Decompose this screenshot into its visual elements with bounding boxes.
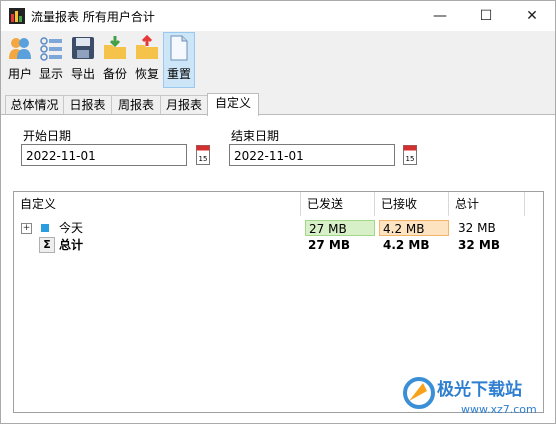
start-date-input[interactable]: 2022-11-01 (21, 144, 187, 166)
close-button[interactable]: ✕ (509, 1, 555, 31)
list-icon (40, 37, 62, 61)
toolbar: 用户 显示 导出 备份 恢复 重置 (1, 31, 555, 91)
row-received-total: 4.2 MB (383, 238, 430, 252)
minimize-button[interactable]: — (417, 1, 463, 31)
reset-label: 重置 (166, 67, 191, 81)
column-header-total[interactable]: 总计 (449, 192, 525, 216)
users-icon (9, 38, 31, 59)
document-icon (170, 35, 188, 61)
tab-monthly[interactable]: 月报表 (160, 95, 208, 115)
column-header-sent[interactable]: 已发送 (301, 192, 375, 216)
window-title: 流量报表 所有用户合计 (31, 10, 155, 24)
expand-icon[interactable]: + (21, 223, 32, 234)
row-name-today: 今天 (59, 221, 84, 235)
title-bar: 流量报表 所有用户合计 — ☐ ✕ (1, 1, 555, 31)
save-icon (72, 37, 94, 59)
end-calendar-day: 15 (406, 155, 415, 163)
restore-icon (136, 35, 158, 59)
tab-daily[interactable]: 日报表 (63, 95, 112, 115)
close-icon: ✕ (526, 8, 538, 24)
column-header-custom[interactable]: 自定义 (14, 192, 301, 216)
maximize-icon: ☐ (479, 8, 493, 24)
tab-weekly[interactable]: 周报表 (111, 95, 161, 115)
backup-icon (104, 36, 126, 59)
row-name-total: 总计 (59, 238, 84, 252)
end-calendar-icon[interactable]: 15 (403, 145, 417, 165)
column-header-received[interactable]: 已接收 (375, 192, 449, 216)
row-total-total: 32 MB (458, 238, 500, 252)
row-sent-total: 27 MB (308, 238, 350, 252)
start-calendar-day: 15 (199, 155, 208, 163)
reset-button[interactable]: 重置 (163, 32, 195, 88)
day-icon (41, 224, 49, 232)
start-calendar-icon[interactable]: 15 (196, 145, 210, 165)
watermark-brand: 极光下载站 (437, 379, 522, 400)
sigma-icon: Σ (39, 237, 55, 253)
row-received-today: 4.2 MB (379, 220, 449, 236)
report-window: 流量报表 所有用户合计 — ☐ ✕ 用户 显示 导出 备份 恢复 重置 总体情况… (0, 0, 556, 424)
watermark-url: www.xz7.com (461, 403, 537, 416)
report-tabs: 总体情况 日报表 周报表 月报表 自定义 (1, 93, 555, 116)
end-date-input[interactable]: 2022-11-01 (229, 144, 395, 166)
tab-overview[interactable]: 总体情况 (5, 95, 64, 115)
row-sent-today: 27 MB (305, 220, 375, 236)
minimize-icon: — (433, 8, 447, 24)
watermark-logo: 极光下载站 www.xz7.com (403, 377, 537, 416)
bar-chart-app-icon (9, 8, 25, 24)
maximize-button[interactable]: ☐ (463, 1, 509, 31)
end-date-label: 结束日期 (231, 129, 280, 143)
tab-custom[interactable]: 自定义 (207, 93, 259, 116)
row-total-today: 32 MB (458, 221, 496, 235)
start-date-label: 开始日期 (23, 129, 72, 143)
